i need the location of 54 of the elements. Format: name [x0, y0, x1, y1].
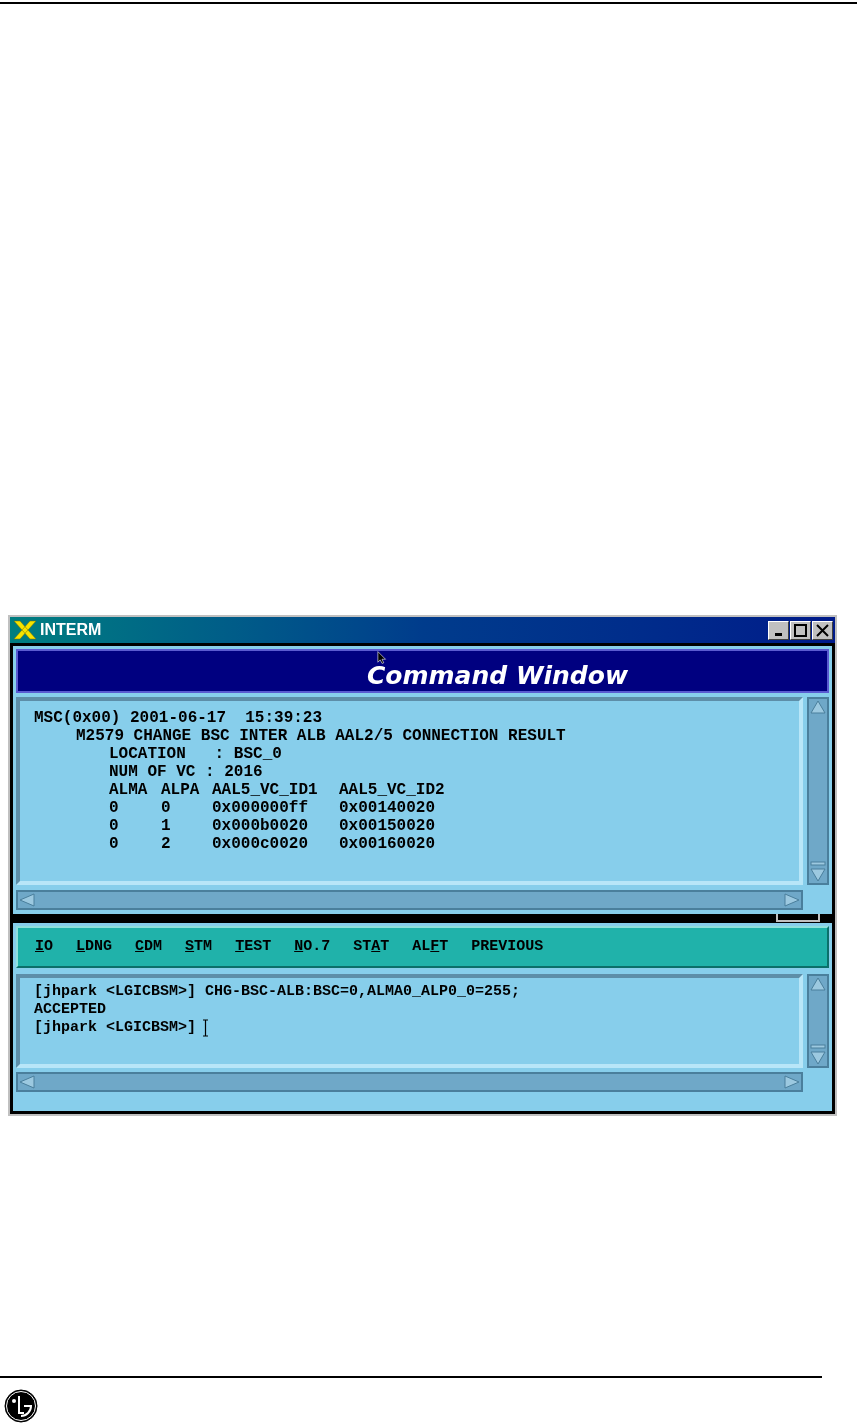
maximize-icon: [794, 623, 807, 637]
console-line: [jhpark <LGICBSM>] CHG-BSC-ALB:BSC=0,ALMA0_ALP0_0=255;: [34, 983, 522, 1001]
menu-item[interactable]: NO.7: [294, 935, 331, 959]
scroll-up-icon[interactable]: [809, 976, 827, 992]
scroll-left-icon[interactable]: [18, 1075, 36, 1089]
output-field: NUM OF VC : 2016: [109, 763, 785, 781]
vertical-scrollbar[interactable]: [807, 697, 829, 885]
table-cell-text: 0x00150020: [339, 817, 436, 835]
scroll-left-icon[interactable]: [18, 893, 36, 907]
x-logo-icon: [12, 619, 38, 641]
maximize-button[interactable]: [790, 620, 811, 640]
table-cell-text: 0: [109, 799, 120, 817]
mouse-pointer-icon: [377, 651, 387, 664]
menu-item[interactable]: CDM: [135, 935, 163, 959]
menu-item[interactable]: TEST: [235, 935, 272, 959]
text-cursor-icon: [202, 1019, 210, 1037]
menu-item[interactable]: PREVIOUS: [471, 935, 544, 959]
minimize-button[interactable]: [768, 620, 789, 640]
table-cell-text: 0x00160020: [339, 835, 436, 853]
table-cell-text: 0x000c0020: [212, 835, 309, 853]
table-cell-text: 0x000000ff: [212, 799, 309, 817]
horizontal-scrollbar[interactable]: [16, 1072, 803, 1092]
table-cell-text: 0: [109, 817, 120, 835]
menu-item[interactable]: LDNG: [76, 935, 113, 959]
vertical-scrollbar[interactable]: [807, 974, 829, 1068]
console-prompt: [jhpark <LGICBSM>]: [34, 1019, 197, 1037]
table-cell-text: 0x00140020: [339, 799, 436, 817]
output-field: LOCATION : BSC_0: [109, 745, 785, 763]
scroll-down-icon[interactable]: [809, 1044, 827, 1066]
console-line: ACCEPTED: [34, 1001, 107, 1019]
close-icon: [816, 623, 829, 637]
output-timestamp: MSC(0x00) 2001-06-17 15:39:23: [34, 709, 324, 727]
column-header: AAL5_VC_ID2: [339, 781, 446, 799]
table-cell-text: 1: [161, 817, 172, 835]
menu-item[interactable]: STM: [185, 935, 213, 959]
column-header: ALPA: [161, 781, 201, 799]
column-header: AAL5_VC_ID1: [212, 781, 319, 799]
column-header: ALMA: [109, 781, 149, 799]
scroll-down-icon[interactable]: [809, 861, 827, 883]
header-title: Command Window: [367, 663, 628, 688]
table-cell-text: 0: [109, 835, 120, 853]
window-title: INTERM: [40, 620, 102, 640]
menu-item[interactable]: IO: [35, 935, 54, 959]
menu-item[interactable]: STAT: [353, 935, 390, 959]
scroll-right-icon[interactable]: [783, 1075, 801, 1089]
horizontal-scrollbar[interactable]: [16, 890, 803, 910]
scroll-up-icon[interactable]: [809, 699, 827, 715]
output-message: M2579 CHANGE BSC INTER ALB AAL2/5 CONNECTION RESULT: [76, 727, 567, 745]
close-button[interactable]: [812, 620, 833, 640]
table-cell-text: 2: [161, 835, 172, 853]
minimize-icon: [775, 632, 782, 636]
table-cell-text: 0x000b0020: [212, 817, 309, 835]
table-cell-text: 0: [161, 799, 172, 817]
menu-item[interactable]: ALFT: [412, 935, 449, 959]
